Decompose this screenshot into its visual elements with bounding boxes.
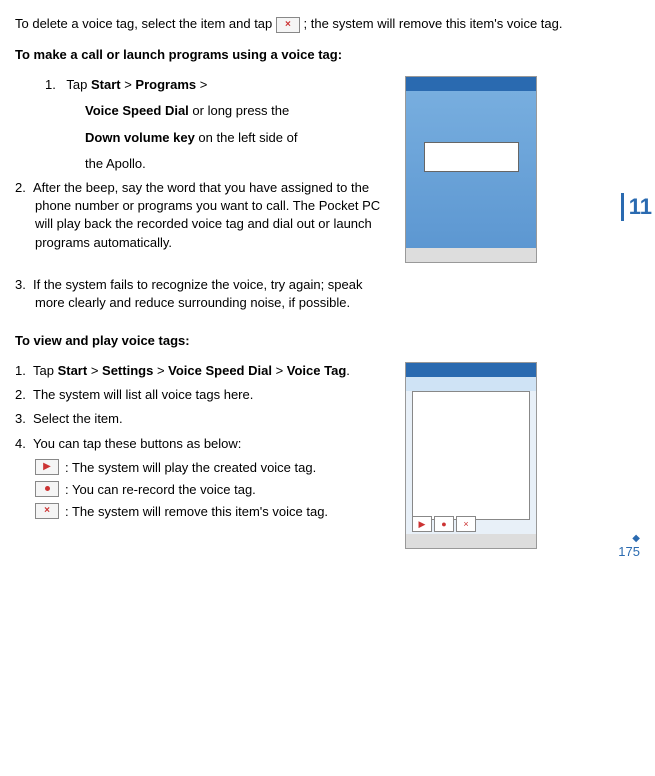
phone-screenshot-2: ▶●× (405, 362, 537, 549)
record-button-desc: : You can re-record the voice tag. (35, 481, 385, 499)
step3: 3.If the system fails to recognize the v… (15, 276, 385, 312)
step1: 1. Tap Start > Programs > Voice Speed Di… (45, 76, 385, 173)
phone-screenshot-1 (405, 76, 537, 263)
heading-make-call: To make a call or launch programs using … (15, 47, 635, 62)
s2-step1: 1.Tap Start > Settings > Voice Speed Dia… (15, 362, 385, 380)
page-footer: ◆ 175 (618, 533, 640, 559)
intro-text-a: To delete a voice tag, select the item a… (15, 16, 276, 31)
s2-step3: 3.Select the item. (15, 410, 385, 428)
delete-icon: × (276, 17, 300, 33)
heading-view-play: To view and play voice tags: (15, 333, 635, 348)
intro-paragraph: To delete a voice tag, select the item a… (15, 15, 635, 33)
chapter-tab: 11 (621, 193, 655, 221)
play-button-desc: ▶ : The system will play the created voi… (35, 459, 385, 477)
play-icon: ▶ (35, 459, 59, 475)
diamond-icon: ◆ (618, 533, 640, 544)
delete-icon: × (35, 503, 59, 519)
page-number: 175 (618, 544, 640, 559)
s2-step2: 2.The system will list all voice tags he… (15, 386, 385, 404)
step2: 2.After the beep, say the word that you … (15, 179, 385, 252)
record-icon (35, 481, 59, 497)
s2-step4: 4.You can tap these buttons as below: (15, 435, 385, 453)
intro-text-b: ; the system will remove this item's voi… (304, 16, 563, 31)
delete-button-desc: × : The system will remove this item's v… (35, 503, 385, 521)
